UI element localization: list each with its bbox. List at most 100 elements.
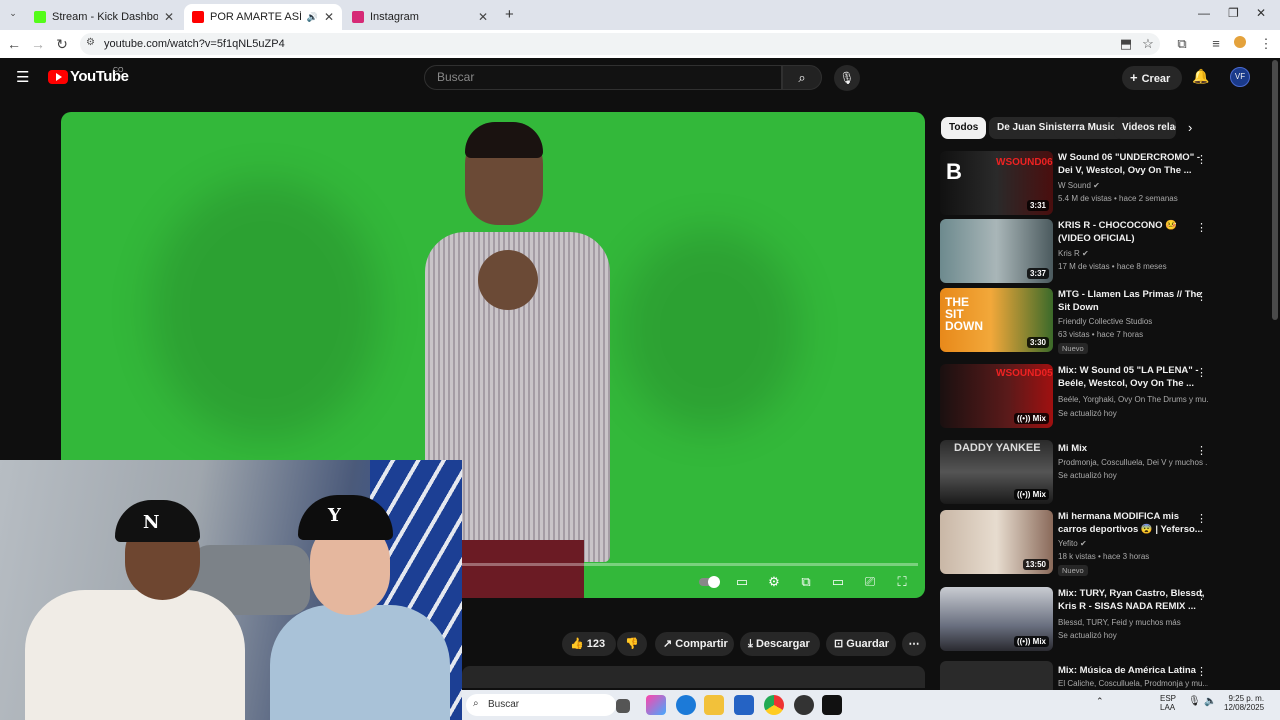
video-thumbnail[interactable]: ((•)) Mix — [940, 587, 1053, 651]
subtitles-icon[interactable]: ▭ — [733, 574, 751, 590]
volume-icon[interactable]: 🔈 — [1204, 696, 1216, 707]
like-button[interactable]: 👍 123 — [562, 632, 616, 656]
video-title[interactable]: MTG - Llamen Las Primas // The Sit Down — [1058, 288, 1208, 314]
obs-icon[interactable] — [794, 695, 814, 715]
window-close-icon[interactable]: ✕ — [1256, 6, 1266, 20]
youtube-logo-icon[interactable] — [48, 70, 68, 84]
close-icon[interactable]: ✕ — [478, 10, 488, 24]
dislike-button[interactable]: 👎 — [617, 632, 647, 656]
file-explorer-icon[interactable] — [704, 695, 724, 715]
bookmark-star-icon[interactable]: ☆ — [1138, 34, 1158, 54]
save-button[interactable]: ⊡ Guardar — [826, 632, 896, 656]
microphone-tray-icon[interactable]: 🎙 — [1188, 696, 1201, 707]
channel-name[interactable]: Blessd, TURY, Feid y muchos más — [1058, 618, 1208, 627]
more-vertical-icon[interactable]: ⋮ — [1196, 589, 1207, 602]
chrome-icon[interactable] — [764, 695, 784, 715]
related-video-item[interactable]: 3:37 KRIS R - CHOCOCONO 🤒 (VIDEO OFICIAL… — [940, 219, 1215, 285]
url-field[interactable]: youtube.com/watch?v=5f1qNL5uZP4 — [80, 33, 1160, 55]
tab-youtube-video[interactable]: POR AMARTE ASÍ - Juan Sin 🔊 ✕ — [184, 4, 342, 30]
clock[interactable]: 9:25 p. m. 12/08/2025 — [1224, 694, 1264, 712]
minimize-icon[interactable]: — — [1198, 6, 1210, 20]
notifications-bell-icon[interactable]: 🔔 — [1192, 68, 1209, 85]
cast-icon[interactable]: ⎚ — [861, 574, 879, 590]
video-title[interactable]: Mix: TURY, Ryan Castro, Blessd, Kris R -… — [1058, 587, 1208, 613]
close-icon[interactable]: ✕ — [324, 10, 334, 24]
more-vertical-icon[interactable]: ⋮ — [1196, 665, 1207, 678]
site-info-icon[interactable]: ⚙ — [86, 37, 95, 48]
tab-kick-dashboard[interactable]: Stream - Kick Dashboard ✕ — [26, 4, 182, 30]
theater-mode-icon[interactable]: ▭ — [829, 574, 847, 590]
video-thumbnail[interactable]: WSOUND05 ((•)) Mix — [940, 364, 1053, 428]
close-icon[interactable]: ✕ — [164, 10, 174, 24]
extensions-icon[interactable]: ⧉ — [1172, 34, 1192, 54]
related-video-item[interactable]: WSOUND05 ((•)) Mix Mix: W Sound 05 "LA P… — [940, 364, 1215, 430]
download-button[interactable]: ⤓ Descargar — [740, 632, 820, 656]
channel-name[interactable]: Beéle, Yorghaki, Ovy On The Drums y mu..… — [1058, 395, 1208, 404]
avatar[interactable]: VF — [1230, 67, 1250, 87]
description-box[interactable] — [462, 666, 925, 688]
tab-search-chevron-icon[interactable]: ⌄ — [6, 8, 20, 22]
edge-icon[interactable] — [676, 695, 696, 715]
microphone-icon[interactable]: 🎙 — [834, 65, 860, 91]
video-title[interactable]: Mi hermana MODIFICA mis carros deportivo… — [1058, 510, 1208, 536]
forward-arrow-icon[interactable]: → — [28, 34, 48, 54]
channel-name[interactable]: Friendly Collective Studios — [1058, 317, 1208, 326]
video-thumbnail[interactable]: 13:50 — [940, 510, 1053, 574]
search-icon[interactable]: ⌕ — [782, 65, 822, 90]
copilot-icon[interactable] — [646, 695, 666, 715]
channel-name[interactable]: W Sound ✔ — [1058, 181, 1208, 190]
video-thumbnail[interactable]: 3:37 — [940, 219, 1053, 283]
task-view-icon[interactable] — [616, 699, 630, 713]
chip-videos-relacionados[interactable]: Videos relac — [1114, 117, 1176, 139]
channel-name[interactable]: Kris R ✔ — [1058, 249, 1208, 258]
video-title[interactable]: Mix: W Sound 05 "LA PLENA" - Beéle, West… — [1058, 364, 1208, 390]
related-video-item[interactable]: THE SIT DOWN 3:30 MTG - Llamen Las Primas … — [940, 288, 1215, 354]
related-video-item[interactable]: B WSOUND06 3:31 W Sound 06 "UNDERCROMO" … — [940, 151, 1215, 217]
create-button[interactable]: + Crear — [1122, 66, 1182, 90]
more-actions-button[interactable]: ⋯ — [902, 632, 926, 656]
fullscreen-icon[interactable]: ⛶ — [893, 574, 911, 590]
channel-name[interactable]: Prodmonja, Cosculluela, Dei V y muchos .… — [1058, 458, 1208, 467]
profile-icon[interactable] — [1230, 34, 1250, 54]
more-vertical-icon[interactable]: ⋮ — [1196, 153, 1207, 166]
share-button[interactable]: ↗ Compartir — [655, 632, 734, 656]
tiktok-icon[interactable] — [822, 695, 842, 715]
autoplay-toggle-icon[interactable] — [698, 574, 720, 590]
store-icon[interactable] — [734, 695, 754, 715]
channel-name[interactable]: El Caliche, Cosculluela, Prodmonja y mu.… — [1058, 679, 1208, 688]
install-app-icon[interactable]: ⬒ — [1116, 34, 1136, 54]
chevron-right-icon[interactable]: › — [1188, 120, 1192, 135]
related-video-item[interactable]: ((•)) Mix Mix: TURY, Ryan Castro, Blessd… — [940, 587, 1215, 653]
more-vertical-icon[interactable]: ⋮ — [1196, 221, 1207, 234]
tab-instagram[interactable]: Instagram ✕ — [344, 4, 496, 30]
chip-todos[interactable]: Todos — [941, 117, 987, 139]
more-vertical-icon[interactable]: ⋮ — [1196, 366, 1207, 379]
video-title[interactable]: Mix: Música de América Latina — [1058, 664, 1208, 677]
speaker-icon[interactable]: 🔊 — [307, 12, 318, 23]
taskbar-search-input[interactable]: Buscar — [466, 694, 616, 716]
page-scrollbar[interactable] — [1272, 60, 1278, 320]
chip-de-juan-sinisterra[interactable]: De Juan Sinisterra Music — [989, 117, 1124, 139]
hamburger-menu-icon[interactable]: ☰ — [16, 68, 29, 86]
new-tab-plus-icon[interactable]: + — [505, 6, 514, 23]
channel-name[interactable]: Yefito ✔ — [1058, 539, 1208, 548]
language-indicator[interactable]: ESP LAA — [1160, 694, 1176, 712]
video-progress-bar[interactable] — [462, 563, 918, 566]
back-arrow-icon[interactable]: ← — [4, 34, 24, 54]
related-video-item[interactable]: 13:50 Mi hermana MODIFICA mis carros dep… — [940, 510, 1215, 576]
browser-menu-icon[interactable]: ⋮ — [1256, 34, 1276, 54]
search-input[interactable]: Buscar — [424, 65, 782, 90]
media-controls-icon[interactable]: ≡ — [1206, 34, 1226, 54]
reload-icon[interactable]: ↻ — [52, 34, 72, 54]
video-title[interactable]: KRIS R - CHOCOCONO 🤒 (VIDEO OFICIAL) — [1058, 219, 1208, 245]
video-title[interactable]: Mi Mix — [1058, 442, 1208, 455]
video-thumbnail[interactable]: B WSOUND06 3:31 — [940, 151, 1053, 215]
more-vertical-icon[interactable]: ⋮ — [1196, 444, 1207, 457]
more-vertical-icon[interactable]: ⋮ — [1196, 512, 1207, 525]
related-video-item[interactable]: Mix: Música de América Latina El Caliche… — [940, 661, 1215, 690]
miniplayer-icon[interactable]: ⧉ — [797, 574, 815, 590]
video-thumbnail[interactable] — [940, 661, 1053, 690]
settings-gear-icon[interactable]: ⚙ — [765, 574, 783, 590]
related-video-item[interactable]: DADDY YANKEE ((•)) Mix Mi Mix Prodmonja,… — [940, 440, 1215, 506]
video-thumbnail[interactable]: THE SIT DOWN 3:30 — [940, 288, 1053, 352]
